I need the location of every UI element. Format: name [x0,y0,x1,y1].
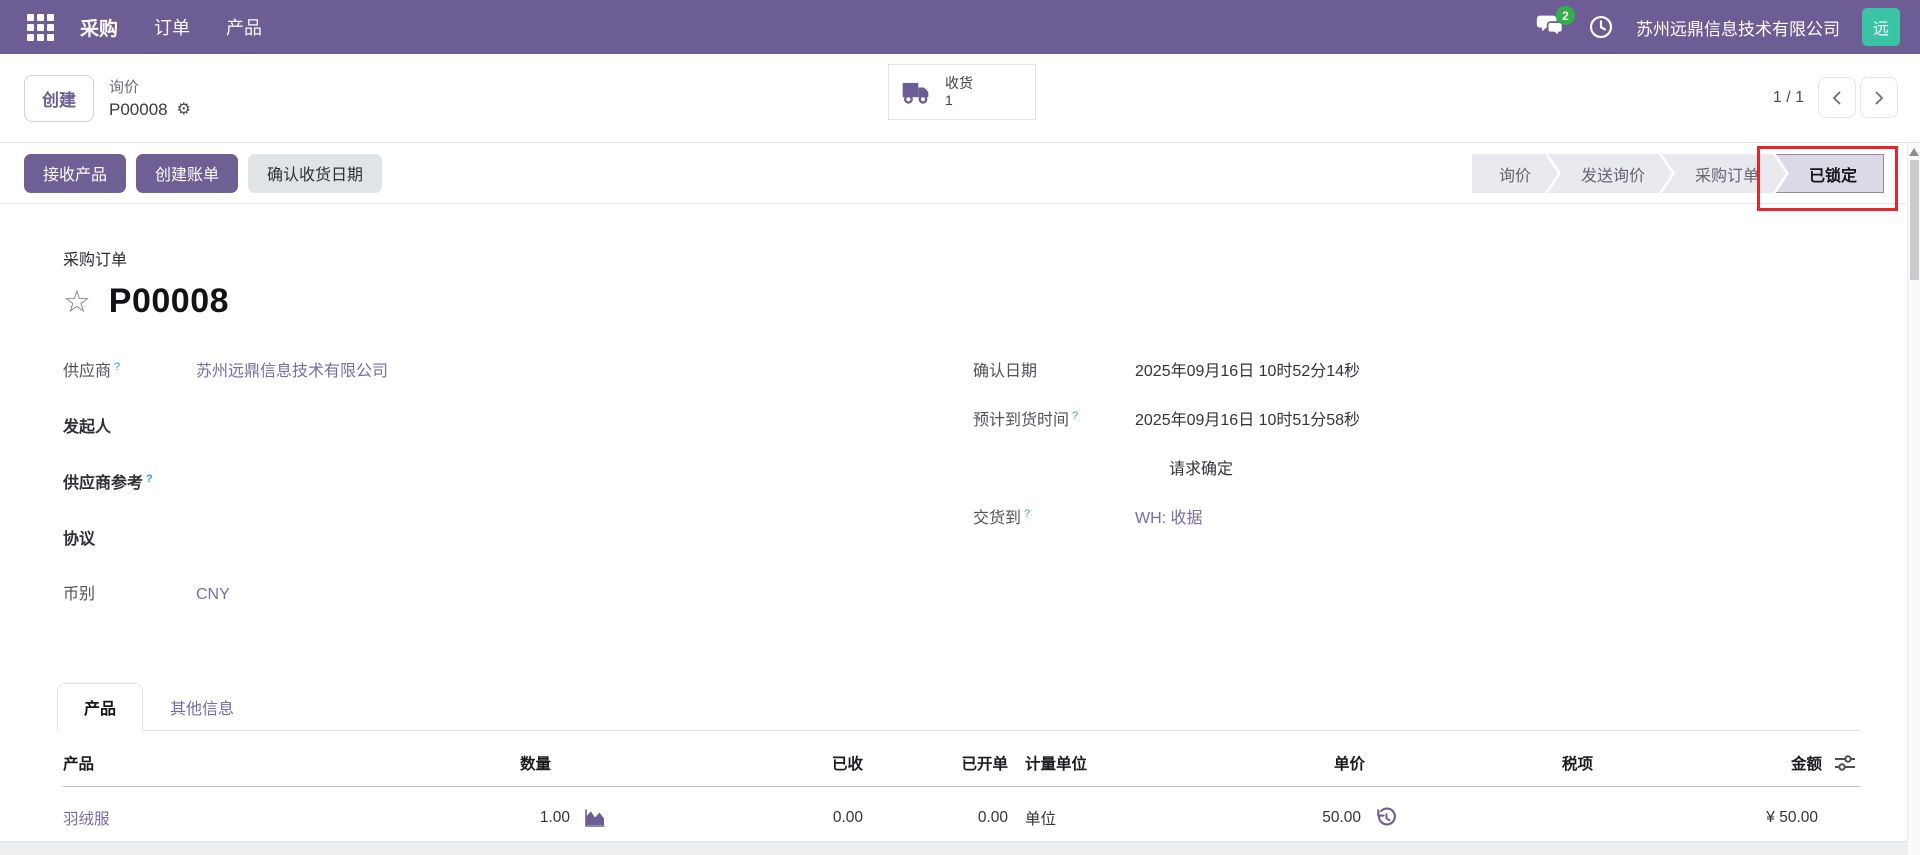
confirmation-date-value: 2025年09月16日 10时52分14秒 [1135,357,1860,381]
pager-next-button[interactable] [1860,77,1898,118]
receipt-stat-button[interactable]: 收货 1 [888,64,1036,120]
apps-grid-icon [27,14,54,41]
requestor-label: 发起人 [63,413,196,437]
scrollbar-up-arrow-icon[interactable] [1909,148,1919,156]
chevron-left-icon [1830,90,1844,106]
statusbar-step-rfq[interactable]: 询价 [1472,154,1558,193]
optional-columns-icon[interactable] [1834,754,1856,772]
confirmation-date-label: 确认日期 [973,357,1135,381]
nav-app-purchase[interactable]: 采购 [64,14,134,41]
field-requestor: 发起人 [63,412,973,437]
pager-previous-button[interactable] [1818,77,1856,118]
help-icon: ? [114,361,120,373]
agreement-label: 协议 [63,525,196,549]
notebook-tabs: 产品 其他信息 [57,683,1860,731]
expected-arrival-value[interactable]: 2025年09月16日 10时51分58秒 [1135,406,1860,430]
form-sheet: 采购订单 ☆ P00008 供应商? 苏州远鼎信息技术有限公司 发起人 供应商参… [0,204,1920,841]
statusbar: 询价 发送询价 采购订单 已锁定 [1472,154,1884,193]
header-unit-price: 单价 [1178,731,1403,787]
document-name: P00008 [109,282,229,321]
stat-button-label: 收货 [945,75,973,93]
stat-button-count: 1 [945,92,973,110]
tab-other-information[interactable]: 其他信息 [143,683,261,731]
pager-value: 1 / 1 [1773,89,1804,107]
top-navbar: 采购 订单 产品 2 苏州远鼎信息技术有限公司 远 [0,0,1920,54]
user-avatar[interactable]: 远 [1862,8,1900,46]
messages-button[interactable]: 2 [1536,14,1566,40]
help-icon: ? [146,473,153,485]
statusbar-step-rfq-sent[interactable]: 发送询价 [1548,154,1672,193]
action-bar: 接收产品 创建账单 确认收货日期 询价 发送询价 采购订单 已锁定 [0,143,1920,204]
vendor-value[interactable]: 苏州远鼎信息技术有限公司 [196,357,973,381]
clock-icon [1588,14,1614,40]
row-received[interactable]: 0.00 [613,787,863,842]
field-vendor-reference: 供应商参考? [63,468,973,493]
header-amount: 金额 [1791,752,1822,774]
row-unit-price[interactable]: 50.00 [1322,809,1361,827]
receive-products-button[interactable]: 接收产品 [24,154,126,193]
table-row[interactable]: 羽绒服 1.00 0.00 0.00 单位 [63,787,1860,842]
currency-label: 币别 [63,580,196,604]
requestor-value[interactable] [196,412,973,432]
field-agreement: 协议 [63,524,973,549]
price-history-icon[interactable] [1374,806,1397,829]
field-confirmation-date: 确认日期 2025年09月16日 10时52分14秒 [973,357,1860,381]
vendor-reference-value[interactable] [196,468,973,488]
activities-button[interactable] [1588,14,1614,40]
create-button[interactable]: 创建 [24,75,94,122]
help-icon: ? [1072,410,1078,422]
breadcrumb: 询价 P00008 ⚙ [109,76,191,120]
scrollbar-thumb[interactable] [1910,160,1919,280]
field-deliver-to: 交货到? WH: 收据 [973,504,1860,528]
row-quantity[interactable]: 1.00 [540,809,570,827]
pager: 1 / 1 [1773,77,1898,118]
statusbar-step-locked[interactable]: 已锁定 [1776,154,1884,193]
header-taxes: 税项 [1403,731,1593,787]
company-switcher[interactable]: 苏州远鼎信息技术有限公司 [1636,15,1840,40]
breadcrumb-current: P00008 [109,100,168,120]
header-uom: 计量单位 [1008,731,1178,787]
chevron-right-icon [1872,90,1886,106]
row-subtotal: ¥ 50.00 [1593,787,1860,842]
header-product: 产品 [63,731,313,787]
field-currency: 币别 CNY [63,580,973,606]
gear-icon[interactable]: ⚙ [177,102,191,118]
deliver-to-value[interactable]: WH: 收据 [1135,504,1860,528]
agreement-value[interactable] [196,524,973,544]
doc-type-label: 采购订单 [63,246,1860,270]
row-uom[interactable]: 单位 [1008,787,1178,842]
nav-menu-products[interactable]: 产品 [210,14,278,40]
row-billed[interactable]: 0.00 [863,787,1008,842]
statusbar-step-purchase-order[interactable]: 采购订单 [1662,154,1786,193]
truck-icon [901,79,933,105]
create-bill-button[interactable]: 创建账单 [136,154,238,193]
control-panel: 创建 询价 P00008 ⚙ 收货 1 1 / 1 [0,54,1920,143]
vertical-scrollbar[interactable] [1907,143,1920,855]
field-ask-confirmation: 请求确定 [973,455,1860,479]
tab-products[interactable]: 产品 [57,683,143,731]
confirm-receipt-date-button[interactable]: 确认收货日期 [248,154,382,193]
favorite-star-icon[interactable]: ☆ [63,286,91,317]
help-icon: ? [1024,508,1030,520]
apps-menu-button[interactable] [20,7,60,47]
nav-menu-orders[interactable]: 订单 [138,14,206,40]
field-vendor: 供应商? 苏州远鼎信息技术有限公司 [63,357,973,381]
header-billed: 已开单 [863,731,1008,787]
field-expected-arrival: 预计到货时间? 2025年09月16日 10时51分58秒 [973,406,1860,430]
header-quantity: 数量 [313,731,613,787]
deliver-to-label: 交货到 [973,510,1021,527]
row-taxes[interactable] [1403,787,1593,842]
messages-count-badge: 2 [1556,6,1575,25]
order-lines-table: 产品 数量 已收 已开单 计量单位 单价 税项 金额 [63,731,1860,841]
header-received: 已收 [613,731,863,787]
vendor-reference-label: 供应商参考 [63,475,143,492]
breadcrumb-parent[interactable]: 询价 [109,76,191,97]
forecast-chart-icon[interactable] [583,808,607,828]
currency-value[interactable]: CNY [196,586,973,606]
vendor-label: 供应商 [63,363,111,380]
page-bottom-strip [0,841,1920,855]
expected-arrival-label: 预计到货时间 [973,412,1069,429]
row-product-link[interactable]: 羽绒服 [63,811,110,828]
ask-confirmation-value[interactable]: 请求确定 [1135,455,1860,479]
